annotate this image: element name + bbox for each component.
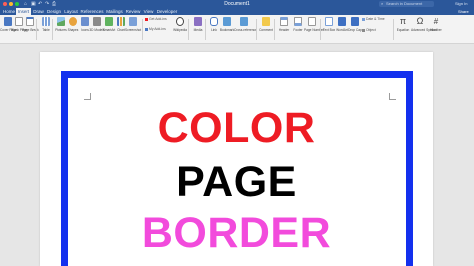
button-label: Number [430, 28, 442, 32]
tab-review[interactable]: Review [125, 8, 141, 15]
tab-design[interactable]: Design [46, 8, 62, 15]
tab-layout[interactable]: Layout [63, 8, 79, 15]
get-add-ins-button[interactable]: Get Add-ins [145, 17, 167, 22]
icons-icon [81, 17, 89, 26]
word-window: ⌂ ▣ ↶ ↷ ⎙ Document1 ⌕ Search in Document… [0, 0, 474, 266]
comment-icon [262, 17, 270, 26]
omega-icon: Ω [416, 16, 424, 26]
footer-icon [294, 17, 302, 26]
tab-developer[interactable]: Developer [156, 8, 178, 15]
screenshot-button[interactable]: Screenshot [125, 17, 141, 42]
equation-icon: π [399, 16, 407, 26]
search-icon: ⌕ [381, 1, 384, 6]
tab-view[interactable]: View [142, 8, 155, 15]
button-label: Equation [396, 28, 410, 32]
table-icon [42, 17, 50, 26]
page-number-button[interactable]: Page Number [304, 17, 324, 42]
ribbon-separator [274, 19, 275, 40]
add-ins-icon [145, 27, 148, 31]
heading-page[interactable]: PAGE [40, 158, 433, 206]
object-icon [362, 28, 365, 32]
bookmark-icon [223, 17, 231, 26]
advanced-symbol-button[interactable]: Ω Advanced Symbol [411, 16, 437, 42]
document-canvas: COLOR PAGE BORDER [0, 44, 474, 266]
header-icon [280, 17, 288, 26]
cross-reference-icon [240, 17, 248, 26]
button-label: Cross-reference [234, 28, 257, 32]
search-placeholder: Search in Document [386, 1, 423, 6]
button-label: Advanced Symbol [411, 28, 437, 32]
document-page[interactable]: COLOR PAGE BORDER [40, 52, 433, 266]
wordart-icon [338, 17, 346, 26]
wikipedia-button[interactable]: Wikipedia [172, 17, 188, 42]
comment-button[interactable]: Comment [258, 17, 274, 42]
ribbon-tabs: Home Insert Draw Design Layout Reference… [0, 8, 474, 15]
margin-corner-left [84, 93, 91, 100]
my-add-ins-label: My Add-ins [149, 27, 166, 31]
media-icon [194, 17, 202, 26]
screenshot-icon [129, 17, 137, 26]
smartart-icon [105, 17, 113, 26]
chart-icon [117, 17, 125, 26]
object-label: Object [366, 28, 376, 32]
my-add-ins-button[interactable]: My Add-ins [145, 27, 166, 32]
share-button[interactable]: Share [458, 9, 469, 14]
heading-border[interactable]: BORDER [40, 209, 433, 257]
ribbon-separator [393, 19, 394, 40]
pictures-icon [57, 17, 65, 26]
get-add-ins-label: Get Add-ins [149, 17, 167, 21]
3d-models-icon [93, 17, 101, 26]
tab-insert[interactable]: Insert [16, 8, 31, 15]
link-icon [210, 17, 218, 26]
equation-button[interactable]: π Equation [395, 17, 411, 42]
button-label: Media [193, 28, 203, 32]
ribbon-separator [256, 19, 257, 40]
tab-draw[interactable]: Draw [32, 8, 45, 15]
button-label: Page Number [304, 28, 324, 32]
tab-home[interactable]: Home [2, 8, 16, 15]
page-break-icon [26, 17, 34, 26]
number-button[interactable]: # Number [428, 17, 444, 42]
ribbon-separator [188, 19, 189, 40]
button-label: Bookmark [219, 28, 235, 32]
page-number-icon [308, 17, 316, 26]
number-icon: # [433, 17, 439, 26]
text-box-icon [325, 17, 333, 26]
store-icon [145, 17, 148, 21]
button-label: Screenshot [125, 28, 142, 32]
bookmark-button[interactable]: Bookmark [219, 17, 235, 42]
ribbon-separator [36, 19, 37, 40]
drop-cap-icon [351, 17, 359, 26]
cross-reference-button[interactable]: Cross-reference [234, 17, 257, 42]
media-button[interactable]: Media [190, 17, 206, 42]
tab-mailings[interactable]: Mailings [105, 8, 124, 15]
ribbon-separator [142, 19, 143, 40]
button-label: Wikipedia [173, 28, 187, 32]
sign-in-link[interactable]: Sign In [455, 1, 467, 7]
wikipedia-icon [176, 17, 184, 26]
shapes-icon [69, 17, 77, 26]
search-input[interactable]: ⌕ Search in Document [379, 1, 434, 7]
button-label: Comment [259, 28, 273, 32]
tab-references[interactable]: References [80, 8, 104, 15]
date-time-button[interactable]: Date & Time [362, 17, 385, 22]
calendar-icon [362, 17, 365, 21]
insert-ribbon: Cover Page Blank Page Page Break Table P… [0, 15, 474, 44]
title-bar: ⌂ ▣ ↶ ↷ ⎙ Document1 ⌕ Search in Document… [0, 0, 474, 8]
margin-corner-right [389, 93, 396, 100]
drop-cap-button[interactable]: Drop Cap [347, 17, 363, 42]
date-time-label: Date & Time [366, 17, 385, 21]
button-label: Drop Cap [348, 28, 362, 32]
heading-color[interactable]: COLOR [40, 104, 433, 152]
object-button[interactable]: Object [362, 28, 376, 33]
